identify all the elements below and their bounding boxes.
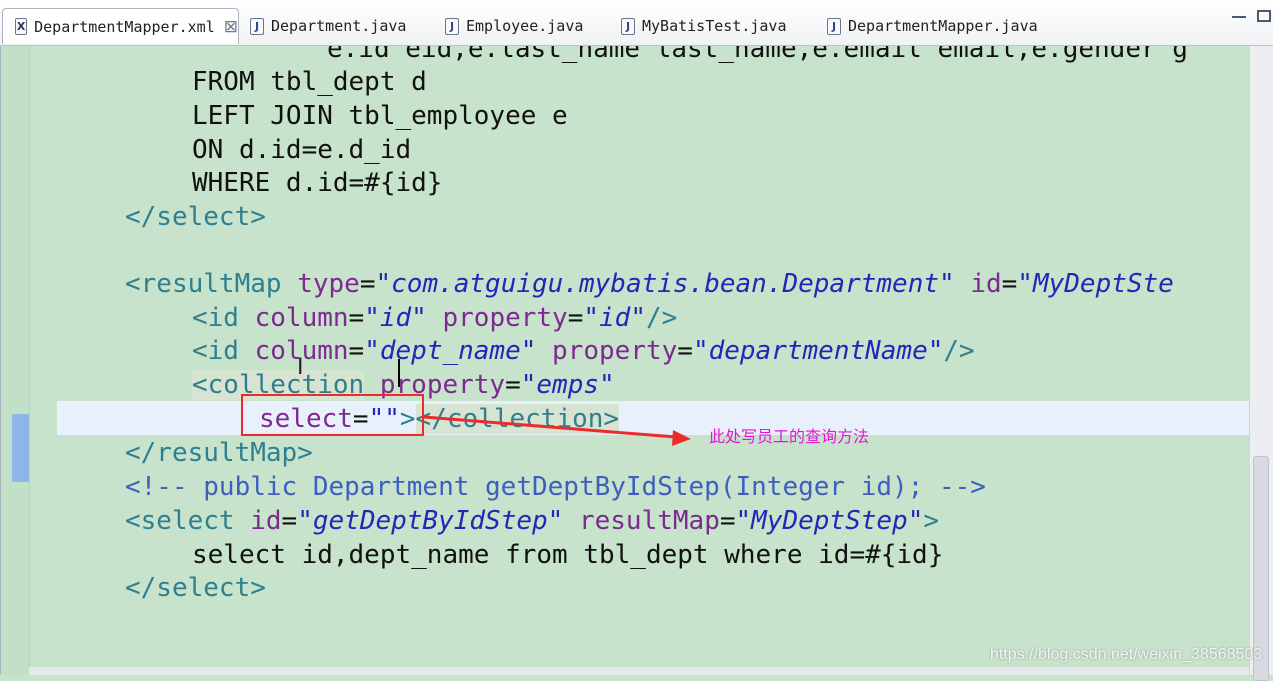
annotation-arrow-icon <box>423 415 691 446</box>
annotation-note: 此处写员工的查询方法 <box>709 427 870 446</box>
watermark: https://blog.csdn.net/weixin_38568503 <box>990 646 1263 663</box>
